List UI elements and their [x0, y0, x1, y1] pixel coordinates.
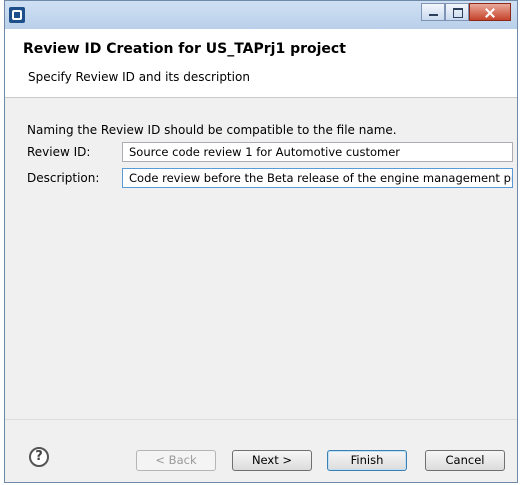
back-button-label: < Back [155, 453, 197, 467]
page-title: Review ID Creation for US_TAPrj1 project [23, 41, 346, 57]
next-button[interactable]: Next > [232, 450, 312, 471]
footer-separator [5, 419, 517, 420]
app-icon [9, 7, 25, 23]
window-controls [421, 3, 511, 21]
cancel-button-label: Cancel [445, 453, 485, 467]
help-icon[interactable]: ? [29, 447, 49, 467]
next-button-label: Next > [251, 453, 293, 467]
title-bar[interactable] [5, 1, 517, 30]
back-button[interactable]: < Back [136, 450, 216, 471]
finish-button-label: Finish [350, 453, 384, 467]
review-id-field[interactable]: Source code review 1 for Automotive cust… [122, 142, 513, 162]
maximize-icon[interactable] [445, 3, 469, 21]
page-subtitle: Specify Review ID and its description [28, 70, 250, 84]
header-banner: Review ID Creation for US_TAPrj1 project… [5, 29, 517, 98]
cancel-button[interactable]: Cancel [425, 450, 505, 471]
description-field[interactable]: Code review before the Beta release of t… [122, 168, 513, 188]
description-label: Description: [27, 171, 100, 185]
finish-button[interactable]: Finish [327, 450, 407, 471]
minimize-icon[interactable] [421, 3, 445, 21]
close-icon[interactable] [469, 3, 511, 21]
naming-hint: Naming the Review ID should be compatibl… [27, 123, 397, 137]
wizard-dialog: Review ID Creation for US_TAPrj1 project… [4, 0, 518, 483]
review-id-label: Review ID: [27, 145, 91, 159]
